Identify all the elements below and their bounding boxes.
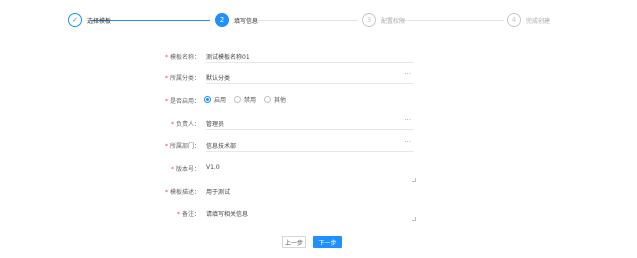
template-form: * 模板名称： 测试模板名称01 * 所属分类： 默认分类 ··· * 是否启用： 启… (0, 0, 637, 258)
enabled-label: * 是否启用： (164, 98, 200, 105)
remark-value: 请填写相关信息 (206, 211, 249, 218)
next-button[interactable]: 下一步 (313, 236, 342, 248)
row-remark: * 备注： 请填写相关信息 (0, 205, 637, 225)
radio-icon (234, 96, 242, 103)
row-category: * 所属分类： 默认分类 ··· (0, 69, 637, 85)
owner-label: * 负责人： (170, 121, 200, 128)
department-select[interactable]: 信息技术部 ··· (206, 137, 414, 152)
department-value: 信息技术部 (206, 143, 237, 150)
row-name: * 模板名称： 测试模板名称01 (0, 48, 637, 64)
version-label: * 版本号： (170, 166, 200, 173)
description-value: 用于测试 (206, 189, 231, 196)
owner-value: 管理员 (206, 121, 225, 128)
enabled-radio-group: 启用 禁用 其他 (204, 95, 294, 104)
row-department: * 所属部门： 信息技术部 ··· (0, 137, 637, 153)
row-description: * 模板描述： 用于测试 (0, 178, 637, 203)
version-input[interactable]: V1.0 (206, 160, 414, 175)
category-select[interactable]: 默认分类 ··· (206, 69, 414, 84)
radio-icon (264, 96, 272, 103)
row-version: * 版本号： V1.0 (0, 160, 637, 176)
description-textarea[interactable]: 用于测试 (206, 178, 416, 203)
name-input[interactable]: 测试模板名称01 (206, 48, 414, 63)
name-label: * 模板名称： (164, 54, 200, 61)
radio-enable[interactable]: 启用 (204, 95, 226, 104)
radio-other[interactable]: 其他 (264, 95, 286, 104)
more-icon[interactable]: ··· (404, 138, 411, 146)
prev-button[interactable]: 上一步 (282, 236, 306, 248)
radio-disable[interactable]: 禁用 (234, 95, 256, 104)
resize-handle-icon[interactable] (412, 217, 416, 221)
category-value: 默认分类 (206, 75, 231, 82)
remark-textarea[interactable]: 请填写相关信息 (206, 205, 416, 225)
more-icon[interactable]: ··· (404, 70, 411, 78)
row-enabled: * 是否启用： 启用 禁用 其他 (0, 92, 637, 108)
more-icon[interactable]: ··· (404, 116, 411, 124)
radio-checked-icon (204, 96, 211, 103)
category-label: * 所属分类： (164, 75, 200, 82)
remark-label: * 备注： (176, 211, 200, 218)
row-owner: * 负责人： 管理员 ··· (0, 115, 637, 131)
resize-handle-icon[interactable] (412, 178, 416, 182)
department-label: * 所属部门： (164, 143, 200, 150)
description-label: * 模板描述： (164, 189, 200, 196)
footer-actions: 上一步 下一步 (0, 236, 637, 250)
owner-select[interactable]: 管理员 ··· (206, 115, 414, 130)
